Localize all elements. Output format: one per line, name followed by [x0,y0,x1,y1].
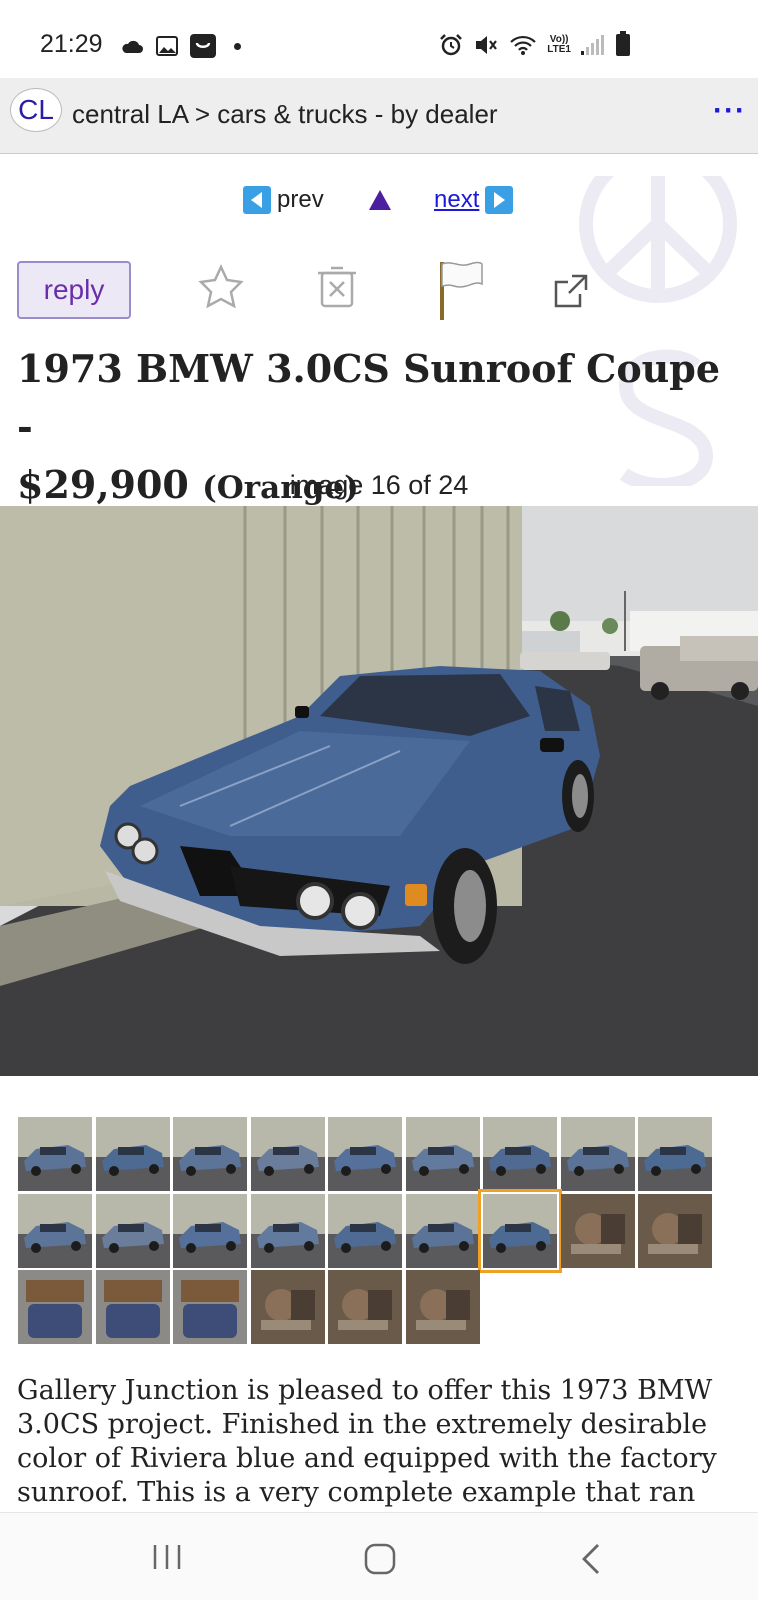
thumbnail-image [560,1117,635,1191]
signal-icon [581,35,604,55]
next-arrow-icon [485,186,514,214]
status-right-icons: Vo)) LTE1 [439,33,632,57]
hide-icon[interactable] [316,265,358,309]
cloud-icon [122,40,143,53]
up-triangle-icon[interactable] [367,188,393,212]
title-line: 1973 BMW 3.0CS Sunroof Coupe - [17,346,721,449]
thumbnail-image [638,1117,712,1191]
car-photo-image [0,506,758,1076]
thumbnail-image [328,1193,402,1268]
home-icon[interactable] [364,1543,396,1575]
gallery-thumbnail[interactable] [405,1117,480,1191]
status-left-icons [120,34,241,58]
thumbnail-image [483,1193,557,1268]
gallery-thumbnail[interactable] [173,1193,247,1268]
gallery-thumbnail[interactable] [560,1117,635,1191]
gallery-thumbnail[interactable] [173,1270,247,1344]
gallery-thumbnail[interactable] [560,1193,635,1268]
battery-icon [616,31,630,56]
gallery-thumbnail[interactable] [250,1193,325,1268]
gallery-thumbnail[interactable] [95,1117,170,1191]
thumbnail-image [638,1193,712,1268]
thumbnail-image [173,1117,247,1191]
gallery-thumbnail[interactable] [328,1193,402,1268]
thumbnail-image [405,1270,480,1344]
listing-nav: prev next [0,182,758,222]
gallery-thumbnail[interactable] [18,1270,92,1344]
mute-icon [476,36,498,54]
thumbnail-image [18,1270,92,1344]
thumbnail-image [173,1193,247,1268]
craigslist-logo[interactable]: CL [10,88,62,132]
gallery-thumbnail[interactable] [405,1270,480,1344]
thumbnail-image [18,1117,92,1191]
gallery-thumbnail[interactable] [250,1117,325,1191]
gallery-thumbnail[interactable] [95,1193,170,1268]
gallery-thumbnail[interactable] [95,1270,170,1344]
gallery-thumbnail[interactable] [483,1117,557,1191]
star-icon[interactable] [198,264,244,308]
thumbnail-image [328,1117,402,1191]
image-counter: image 16 of 24 [289,470,469,500]
thumbnail-image [328,1270,402,1344]
prev-link[interactable]: prev [243,186,324,214]
gallery-thumbnail[interactable] [250,1270,325,1344]
next-link[interactable]: next [434,186,514,214]
reply-button[interactable]: reply [17,261,131,319]
thumbnail-image [95,1193,170,1268]
image-icon [156,36,178,56]
gallery-thumbnail[interactable] [328,1117,402,1191]
recents-icon[interactable] [152,1543,182,1571]
thumbnail-image [95,1117,170,1191]
gallery-thumbnail[interactable] [18,1193,92,1268]
thumbnail-image [405,1117,480,1191]
gallery-thumbnail[interactable] [18,1117,92,1191]
breadcrumb[interactable]: central LA > cars & trucks - by dealer [72,99,498,130]
gallery-thumbnail[interactable] [478,1188,562,1273]
more-menu-icon[interactable]: ··· [713,94,746,128]
gallery-thumbnail[interactable] [638,1193,712,1268]
thumbnail-image [250,1193,325,1268]
gallery-thumbnail[interactable] [173,1117,247,1191]
next-label: next [434,186,480,213]
thumbnail-image [250,1270,325,1344]
volte-bottom-label: LTE1 [547,44,571,55]
gallery-thumbnail[interactable] [638,1117,712,1191]
site-header: CL central LA > cars & trucks - by deale… [0,78,758,154]
wifi-icon [510,35,537,55]
system-nav-bar [0,1512,758,1600]
notification-dot-icon [234,42,241,50]
prev-arrow-icon [243,186,271,214]
volte-icon: Vo)) LTE1 [547,35,571,55]
shopping-bag-icon [190,34,216,58]
prev-label: prev [277,186,324,213]
back-icon[interactable] [580,1543,604,1575]
status-bar: 21:29 Vo)) LTE1 [0,0,758,78]
gallery-thumbnail[interactable] [328,1270,402,1344]
alarm-icon [440,34,463,56]
main-photo[interactable] [0,506,758,1076]
listing-description: Gallery Junction is pleased to offer thi… [17,1375,717,1508]
gallery-thumbnail[interactable] [405,1193,480,1268]
thumbnail-image [483,1117,557,1191]
thumbnail-image [95,1270,170,1344]
thumbnail-image [18,1193,92,1268]
thumbnail-image [173,1270,247,1344]
thumbnail-image [250,1117,325,1191]
flag-icon[interactable] [436,258,486,322]
share-icon[interactable] [552,272,590,310]
thumbnail-image [405,1193,480,1268]
clock: 21:29 [40,30,103,58]
thumbnail-image [560,1193,635,1268]
